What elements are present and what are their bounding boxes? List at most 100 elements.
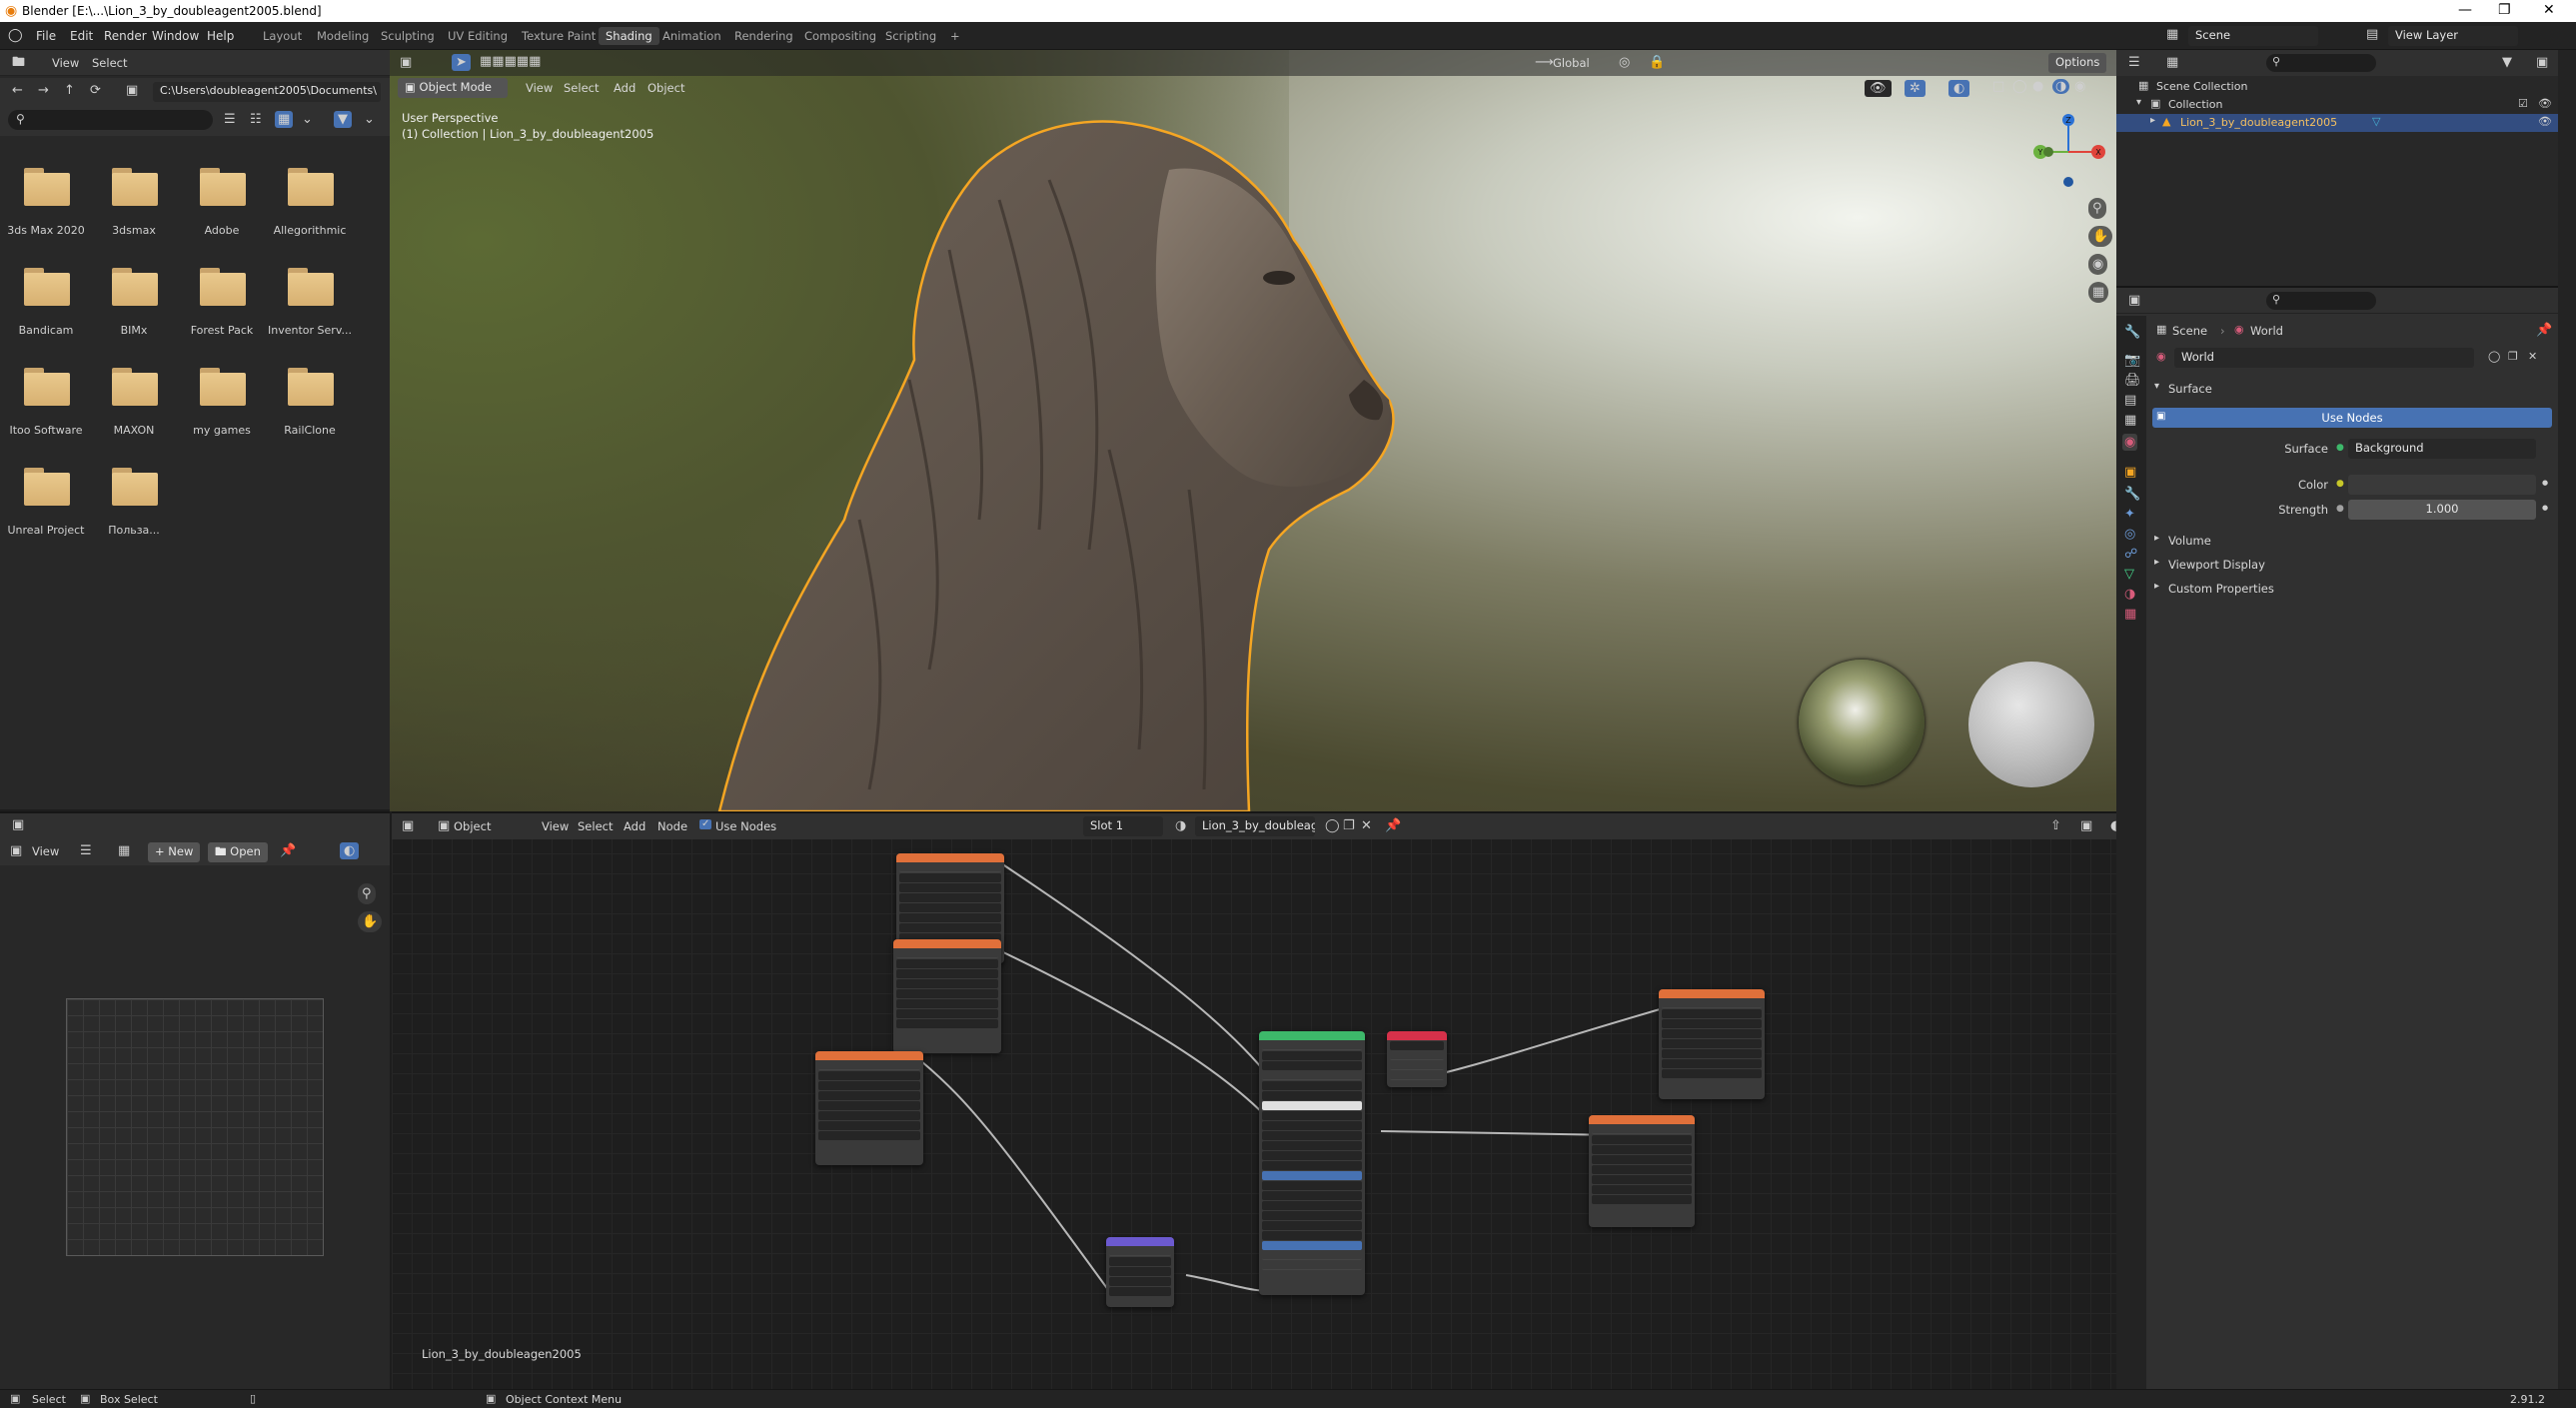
normal-map-node[interactable] <box>1106 1237 1174 1307</box>
outliner-row-collection[interactable]: ▾ ▣ Collection ☑ 👁 <box>2116 96 2558 114</box>
material-tab-icon[interactable]: ◑ <box>2124 588 2135 601</box>
filebrowser-menu-view[interactable]: View <box>52 56 79 70</box>
new-folder-icon[interactable]: ▣ <box>126 84 138 97</box>
visibility-eye-icon[interactable]: 👁 <box>2538 116 2552 127</box>
gizmo-toggle-icon[interactable]: ✲ <box>1905 80 1926 97</box>
image-mode-icon[interactable]: ▣ <box>10 844 22 857</box>
volume-panel-header[interactable]: ▸ Volume <box>2146 530 2558 552</box>
menu-edit[interactable]: Edit <box>70 29 93 43</box>
folder-item[interactable]: 3ds Max 2020 <box>2 162 90 260</box>
orientation-dropdown[interactable]: Global <box>1553 56 1590 70</box>
principled-bsdf-node[interactable] <box>1259 1031 1365 1295</box>
outliner-type-icon[interactable]: ☰ <box>2128 56 2140 69</box>
keyframe-dot-icon[interactable]: ● <box>2542 505 2548 512</box>
filter-icon[interactable]: ▼ <box>334 111 352 128</box>
folder-item[interactable]: Inventor Serv... <box>266 262 354 360</box>
world-tab-icon[interactable]: ◉ <box>2122 434 2138 451</box>
wireframe-shading-icon[interactable]: ◯ <box>2012 80 2027 93</box>
forward-arrow-icon[interactable]: → <box>38 84 49 97</box>
strength-slider[interactable]: 1.000 <box>2348 500 2536 520</box>
navigation-gizmo[interactable]: Z X Y <box>2028 110 2108 190</box>
viewport-display-panel-header[interactable]: ▸ Viewport Display <box>2146 554 2558 576</box>
tab-sculpting[interactable]: Sculpting <box>374 27 442 45</box>
folder-editor-icon[interactable]: 🖿 <box>12 56 25 69</box>
expand-arrow-icon[interactable]: ▾ <box>2136 98 2141 108</box>
exclude-checkbox-icon[interactable]: ☑ <box>2518 98 2528 109</box>
3d-viewport[interactable]: ▣ ➤ ▦▦▦▦▦ ⟶ Global ◎ 🔒 Options ▣ Object … <box>390 50 2116 811</box>
custom-properties-panel-header[interactable]: ▸ Custom Properties <box>2146 578 2558 600</box>
modifiers-tab-icon[interactable]: 🔧 <box>2124 488 2140 501</box>
filter-search-input[interactable]: ⚲ <box>8 110 213 130</box>
image-texture-node[interactable] <box>1659 989 1765 1099</box>
refresh-icon[interactable]: ⟳ <box>90 84 101 97</box>
world-browse-icon[interactable]: ◉ <box>2156 351 2166 362</box>
properties-search-input[interactable]: ⚲ <box>2266 292 2376 310</box>
tab-compositing[interactable]: Compositing <box>797 27 883 45</box>
object-mode-dropdown[interactable]: ▣ Object Mode <box>398 78 508 98</box>
output-tab-icon[interactable]: 🖨 <box>2124 374 2141 387</box>
render-tab-icon[interactable]: 📷 <box>2124 354 2140 367</box>
hamburger-menu-icon[interactable]: ☰ <box>80 844 92 857</box>
outliner-row-object[interactable]: ▸ ▲ Lion_3_by_doubleagent2005 ▽ 👁 <box>2116 114 2558 132</box>
surface-panel-header[interactable]: ▾ Surface <box>2146 378 2558 400</box>
constraints-tab-icon[interactable]: ☍ <box>2124 548 2137 561</box>
folder-item[interactable]: Adobe <box>178 162 266 260</box>
data-tab-icon[interactable]: ▽ <box>2124 568 2134 581</box>
tool-tab-icon[interactable]: 🔧 <box>2124 326 2140 339</box>
viewport-menu-add[interactable]: Add <box>614 81 636 95</box>
back-arrow-icon[interactable]: ← <box>12 84 23 97</box>
folder-item[interactable]: MAXON <box>90 362 178 460</box>
uv-grid-canvas[interactable] <box>66 998 324 1256</box>
keyframe-dot-icon[interactable]: ● <box>2542 480 2548 487</box>
image-texture-node[interactable] <box>1589 1115 1695 1227</box>
pan-hand-icon[interactable]: ✋ <box>2088 226 2113 247</box>
folder-item[interactable]: Unreal Project <box>2 462 90 560</box>
select-tool-icon[interactable]: ➤ <box>452 54 471 71</box>
image-browse-icon[interactable]: ▦ <box>118 844 130 857</box>
filebrowser-menu-select[interactable]: Select <box>92 56 127 70</box>
blender-menu-icon[interactable]: ◯ <box>8 29 23 42</box>
filter-options-icon[interactable]: ⌄ <box>364 113 375 126</box>
open-image-button[interactable]: 🖿 Open <box>208 842 268 862</box>
compact-view-icon[interactable]: ☷ <box>250 113 262 126</box>
texture-tab-icon[interactable]: ▦ <box>2124 608 2136 621</box>
view-layer-selector[interactable]: View Layer <box>2388 26 2518 46</box>
menu-help[interactable]: Help <box>207 29 234 43</box>
folder-item[interactable]: Forest Pack <box>178 262 266 360</box>
surface-shader-selector[interactable]: Background <box>2348 439 2536 459</box>
select-mode-icons[interactable]: ▦▦▦▦▦ <box>480 55 541 68</box>
viewport-menu-select[interactable]: Select <box>564 81 599 95</box>
material-preview-icon[interactable]: ◑ <box>2052 79 2070 94</box>
folder-item[interactable]: BIMx <box>90 262 178 360</box>
add-workspace-button[interactable]: + <box>943 27 967 45</box>
menu-file[interactable]: File <box>36 29 56 43</box>
pin-icon[interactable]: 📌 <box>280 844 296 857</box>
folder-item[interactable]: RailClone <box>266 362 354 460</box>
overlays-icon[interactable]: ◐ <box>1948 80 1970 97</box>
image-editor-type-icon[interactable]: ▣ <box>12 818 24 831</box>
color-swatch[interactable] <box>2348 475 2536 495</box>
image-pan-icon[interactable]: ✋ <box>358 911 383 932</box>
tab-rendering[interactable]: Rendering <box>727 27 800 45</box>
xray-icon[interactable]: □ <box>1992 80 2004 93</box>
zoom-icon[interactable]: ⚲ <box>2088 198 2106 219</box>
list-view-icon[interactable]: ☰ <box>224 113 236 126</box>
unlink-world-icon[interactable]: ✕ <box>2528 351 2537 362</box>
folder-item[interactable]: 3dsmax <box>90 162 178 260</box>
perspective-toggle-icon[interactable]: ▦ <box>2088 282 2109 303</box>
maximize-button[interactable]: ❐ <box>2498 2 2511 18</box>
viewport-menu-object[interactable]: Object <box>647 81 684 95</box>
solid-shading-icon[interactable]: ● <box>2032 80 2043 93</box>
view-layer-tab-icon[interactable]: ▤ <box>2124 394 2136 407</box>
scene-tab-icon[interactable]: ▦ <box>2124 414 2136 427</box>
physics-tab-icon[interactable]: ◎ <box>2124 528 2135 541</box>
image-texture-node[interactable] <box>893 939 1001 1053</box>
image-zoom-icon[interactable]: ⚲ <box>358 883 376 904</box>
fake-user-shield-icon[interactable]: ◯ <box>2488 351 2500 362</box>
shader-node-editor[interactable]: ▣ ▣ Object View Select Add Node ✓ Use No… <box>392 811 2142 1389</box>
parent-dir-icon[interactable]: ↑ <box>64 84 75 97</box>
tab-shading[interactable]: Shading <box>599 27 659 45</box>
tab-modeling[interactable]: Modeling <box>310 27 376 45</box>
new-collection-icon[interactable]: ▣ <box>2536 56 2548 69</box>
folder-item[interactable]: my games <box>178 362 266 460</box>
